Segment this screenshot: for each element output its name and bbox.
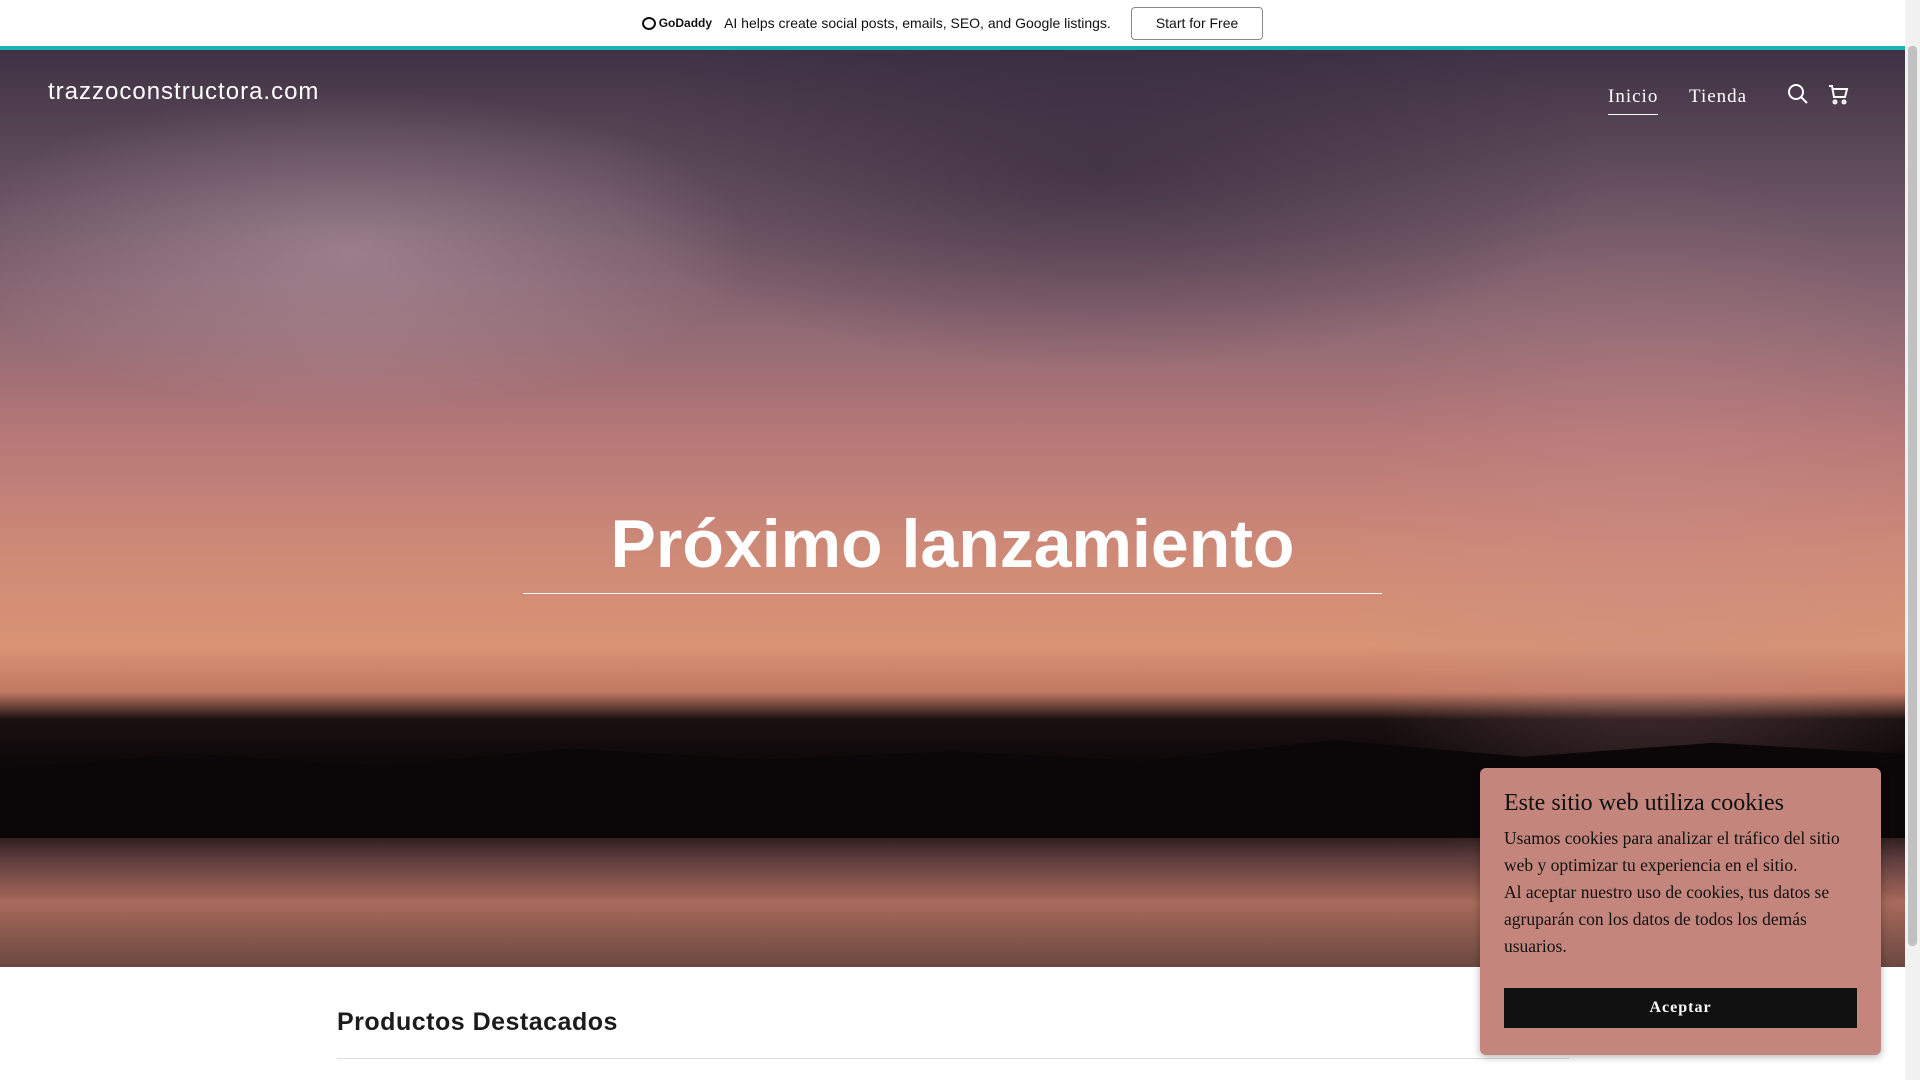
cookie-text-1: Usamos cookies para analizar el tráfico … xyxy=(1504,828,1840,875)
accept-cookies-button[interactable]: Aceptar xyxy=(1504,988,1857,1028)
cookie-text-2: Al aceptar nuestro uso de cookies, tus d… xyxy=(1504,882,1830,956)
nav-inicio[interactable]: Inicio xyxy=(1608,86,1659,115)
cart-icon[interactable] xyxy=(1827,83,1849,105)
search-icon[interactable] xyxy=(1787,83,1809,105)
nav-tienda[interactable]: Tienda xyxy=(1689,86,1747,108)
godaddy-logo: GoDaddy xyxy=(641,16,713,30)
banner-message: AI helps create social posts, emails, SE… xyxy=(724,15,1111,31)
cookie-banner: Este sitio web utiliza cookies Usamos co… xyxy=(1480,768,1881,1055)
hero-title: Próximo lanzamiento xyxy=(523,505,1382,594)
scrollbar-thumb[interactable] xyxy=(1908,46,1917,946)
godaddy-logo-icon xyxy=(641,16,656,30)
start-for-free-button[interactable]: Start for Free xyxy=(1130,6,1264,40)
site-logo[interactable]: trazzoconstructora.com xyxy=(48,78,319,106)
godaddy-brand: GoDaddy xyxy=(658,16,713,30)
scrollbar[interactable] xyxy=(1905,0,1920,1080)
section-divider xyxy=(337,1058,1569,1059)
promo-banner: GoDaddy AI helps create social posts, em… xyxy=(0,0,1905,46)
cookie-title: Este sitio web utiliza cookies xyxy=(1504,790,1784,816)
featured-products-title: Productos Destacados xyxy=(337,1008,618,1036)
